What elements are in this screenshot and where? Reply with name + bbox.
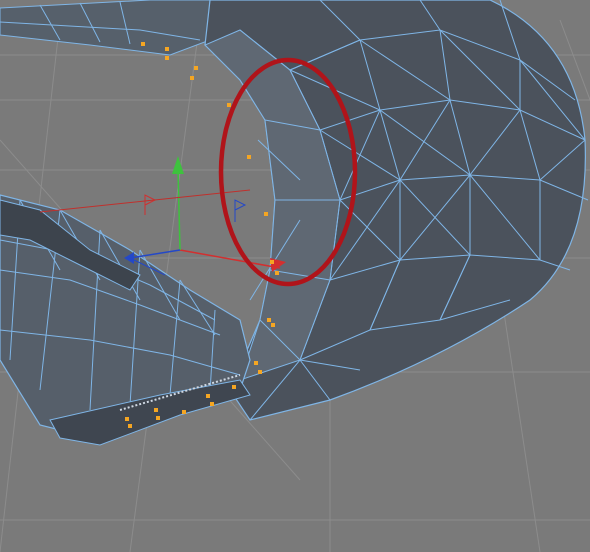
point[interactable] <box>128 424 132 428</box>
point[interactable] <box>141 42 145 46</box>
point[interactable] <box>232 385 236 389</box>
point[interactable] <box>165 47 169 51</box>
point[interactable] <box>270 260 274 264</box>
point[interactable] <box>258 370 262 374</box>
z-axis-line[interactable] <box>129 249 181 259</box>
x-axis-line[interactable] <box>179 249 281 269</box>
point[interactable] <box>156 416 160 420</box>
point[interactable] <box>210 402 214 406</box>
point[interactable] <box>275 271 279 275</box>
mesh-far-arc <box>0 0 231 56</box>
blue-plane-flag <box>234 199 247 222</box>
mesh-near-arm <box>0 194 251 446</box>
point[interactable] <box>154 408 158 412</box>
point[interactable] <box>271 323 275 327</box>
point[interactable] <box>267 318 271 322</box>
point[interactable] <box>254 361 258 365</box>
point[interactable] <box>206 394 210 398</box>
point[interactable] <box>182 410 186 414</box>
viewport-canvas[interactable] <box>0 0 590 552</box>
point[interactable] <box>190 76 194 80</box>
red-plane-flag <box>144 194 157 215</box>
y-axis-line[interactable] <box>177 169 181 251</box>
point[interactable] <box>247 155 251 159</box>
point[interactable] <box>264 212 268 216</box>
point[interactable] <box>194 66 198 70</box>
point[interactable] <box>125 417 129 421</box>
point[interactable] <box>165 56 169 60</box>
point[interactable] <box>227 103 231 107</box>
3d-viewport[interactable] <box>0 0 590 552</box>
